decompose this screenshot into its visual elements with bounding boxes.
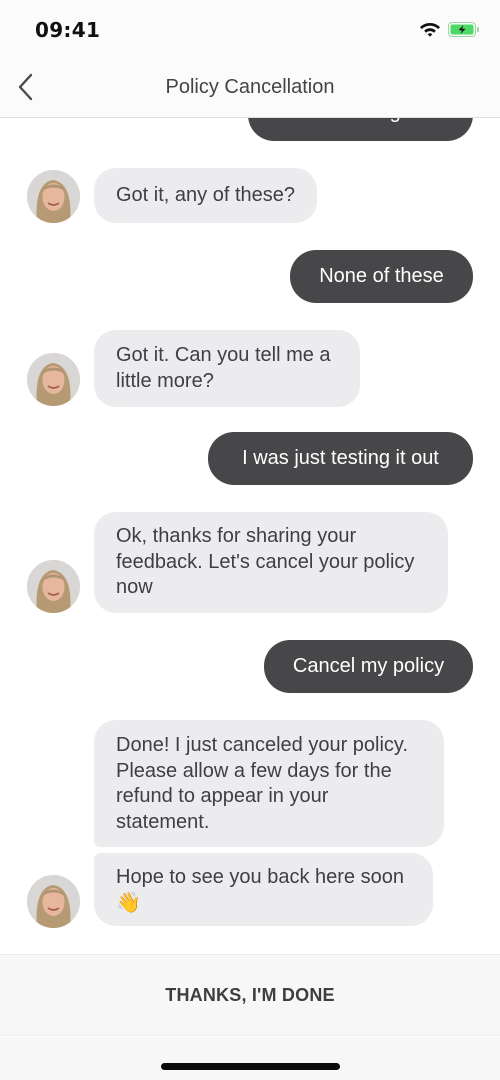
agent-message: Done! I just canceled your policy. Pleas… xyxy=(94,720,444,847)
footer: THANKS, I'M DONE xyxy=(0,954,500,1036)
battery-charging-icon xyxy=(448,22,479,37)
agent-avatar xyxy=(27,560,80,613)
user-message[interactable]: Cancel my policy xyxy=(264,640,473,693)
thanks-done-button[interactable]: THANKS, I'M DONE xyxy=(0,955,500,1035)
agent-message: Hope to see you back here soon 👋 xyxy=(94,853,433,926)
agent-avatar xyxy=(27,170,80,223)
navigation-bar: Policy Cancellation xyxy=(0,60,500,118)
agent-message: Got it. Can you tell me a little more? xyxy=(94,330,360,407)
user-message[interactable]: It's something else xyxy=(248,118,473,141)
agent-message: Got it, any of these? xyxy=(94,168,317,223)
home-indicator[interactable] xyxy=(161,1063,340,1070)
chat-transcript[interactable]: It's something else Got it, any of these… xyxy=(0,118,500,954)
agent-avatar xyxy=(27,875,80,928)
wifi-icon xyxy=(420,23,440,37)
page-title: Policy Cancellation xyxy=(165,76,335,98)
agent-message: Ok, thanks for sharing your feedback. Le… xyxy=(94,512,448,613)
user-message[interactable]: None of these xyxy=(290,250,473,303)
user-message[interactable]: I was just testing it out xyxy=(208,432,473,485)
agent-avatar xyxy=(27,353,80,406)
home-area xyxy=(0,1037,500,1080)
status-bar: 09:41 xyxy=(0,0,500,60)
status-time: 09:41 xyxy=(35,18,101,42)
